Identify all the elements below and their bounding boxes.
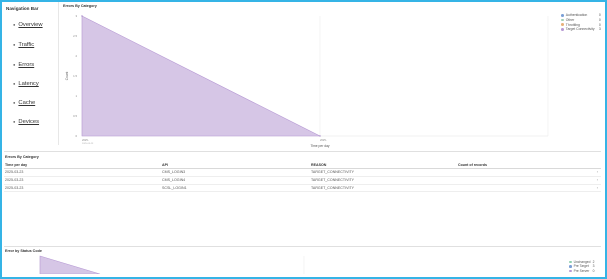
nav-item-label[interactable]: Traffic: [18, 42, 34, 48]
legend-count: 3: [598, 27, 601, 32]
cell-count: [457, 184, 590, 193]
chevron-right-icon[interactable]: ›: [590, 168, 601, 177]
bullet-icon: ●: [13, 42, 16, 47]
y-tick-label: 0: [75, 134, 77, 138]
table-row[interactable]: 2025-03-23 CMS_LOGIN4 TARGET_CONNECTIVIT…: [4, 176, 601, 185]
cell-time: 2025-03-23: [4, 168, 161, 177]
legend-item[interactable]: Target Connectivity 3: [561, 27, 601, 32]
legend-swatch: [561, 18, 564, 22]
data-point: [81, 15, 83, 17]
nav-item-overview[interactable]: ● Overview: [13, 22, 43, 28]
errors-by-category-chart: 00.511.522.53Count2025-2025-03-232025-Ti…: [65, 14, 549, 148]
cell-api: CMS_LOGIN4: [161, 176, 310, 185]
legend-count: 0: [598, 17, 601, 22]
legend-swatch: [569, 260, 572, 264]
table-row[interactable]: 2025-03-23 CMS_LOGIN3 TARGET_CONNECTIVIT…: [4, 168, 601, 177]
legend-label: Unchanged: [573, 260, 591, 264]
chevron-right-icon[interactable]: ›: [590, 176, 601, 185]
cell-time: 2025-03-23: [4, 176, 161, 185]
nav-item-cache[interactable]: ● Cache: [13, 100, 35, 106]
x-tick-label: 2025-: [82, 138, 89, 142]
cell-count: [457, 168, 590, 177]
nav-item-traffic[interactable]: ● Traffic: [13, 42, 34, 48]
cell-reason: TARGET_CONNECTIVITY: [310, 168, 457, 177]
legend-label: Pre Target: [573, 264, 589, 269]
x-axis-label: Time per day: [310, 144, 329, 148]
data-point: [319, 135, 321, 137]
bullet-icon: ●: [13, 119, 16, 124]
nav-title: Navigation Bar: [6, 6, 39, 11]
legend-count: 0: [592, 268, 595, 273]
legend-label: Target Connectivity: [565, 27, 595, 32]
nav-item-label[interactable]: Cache: [18, 100, 35, 106]
cell-api: SCSL_LOGIN1: [161, 184, 310, 193]
legend-swatch: [569, 269, 572, 273]
section-divider: [4, 151, 601, 152]
cell-count: [457, 176, 590, 185]
x-tick-label: 2025-: [320, 138, 327, 142]
chart2-legend: Unchanged 2 Pre Target 3 Pre Server 0: [569, 260, 594, 273]
cell-reason: TARGET_CONNECTIVITY: [310, 184, 457, 193]
nav-item-label[interactable]: Overview: [18, 22, 42, 28]
chart1-legend: Authentication 0 Other 0 Throttling 0 Targe…: [561, 13, 601, 32]
table-title: Errors By Category: [5, 155, 39, 159]
error-by-status-code-chart: [39, 255, 305, 274]
cell-reason: TARGET_CONNECTIVITY: [310, 176, 457, 185]
y-tick-label: 0.5: [73, 114, 77, 118]
legend-item[interactable]: Pre Server 0: [569, 269, 594, 273]
legend-label: Authentication: [565, 13, 588, 17]
legend-count: 2: [592, 260, 595, 264]
nav-item-latency[interactable]: ● Latency: [13, 81, 39, 87]
section-divider: [4, 246, 601, 247]
x-tick-sublabel: 2025-03-23: [82, 143, 94, 145]
nav-item-label[interactable]: Errors: [18, 62, 34, 68]
table-row[interactable]: 2025-03-23 SCSL_LOGIN1 TARGET_CONNECTIVI…: [4, 184, 601, 193]
y-axis-label: Count: [65, 72, 69, 81]
errors-table: Time per day API REASON Count of records…: [4, 162, 601, 193]
cell-time: 2025-03-23: [4, 184, 161, 193]
bullet-icon: ●: [13, 22, 16, 27]
cell-api: CMS_LOGIN3: [161, 168, 310, 177]
area-series: [81, 15, 321, 137]
legend-swatch: [569, 265, 572, 268]
nav-item-label[interactable]: Latency: [18, 81, 38, 87]
nav-item-label[interactable]: Devices: [18, 119, 39, 125]
legend-swatch: [561, 28, 564, 31]
bullet-icon: ●: [13, 100, 16, 105]
legend-label: Throttling: [565, 22, 580, 27]
area-series: [39, 255, 101, 274]
bullet-icon: ●: [13, 62, 16, 67]
y-tick-label: 2.5: [73, 34, 77, 38]
legend-label: Pre Server: [573, 268, 590, 273]
legend-label: Other: [565, 17, 575, 22]
y-tick-label: 1: [75, 94, 77, 98]
legend-swatch: [561, 13, 564, 17]
nav-item-devices[interactable]: ● Devices: [13, 119, 39, 125]
navigation-bar: Navigation Bar ● Overview ● Traffic ● Error…: [2, 2, 59, 145]
y-tick-label: 2: [75, 54, 77, 58]
legend-count: 0: [598, 13, 601, 17]
chevron-right-icon[interactable]: ›: [590, 184, 601, 193]
y-tick-label: 1.5: [73, 74, 77, 78]
legend-count: 3: [592, 264, 595, 269]
nav-item-errors[interactable]: ● Errors: [13, 62, 34, 68]
legend-swatch: [561, 23, 564, 27]
y-tick-label: 3: [75, 14, 77, 18]
legend-count: 0: [598, 22, 601, 27]
bullet-icon: ●: [13, 81, 16, 86]
